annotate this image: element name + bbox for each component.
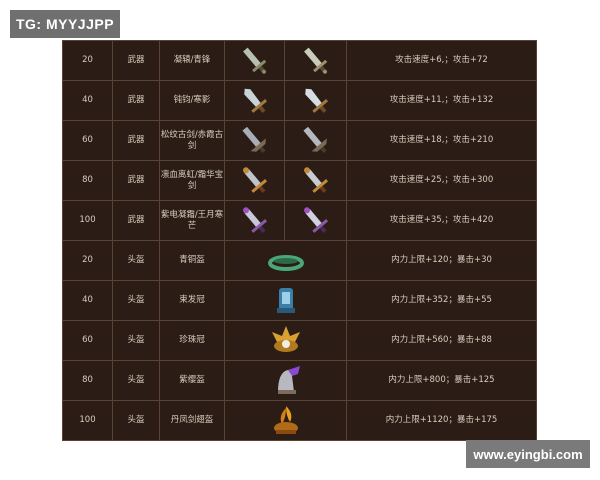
hair-crown-icon — [224, 280, 347, 321]
item-name-cell: 束发冠 — [159, 280, 225, 321]
stats-cell: 内力上限+352；暴击+55 — [346, 280, 537, 321]
item-name-cell: 凛血离虹/霜华宝剑 — [159, 160, 225, 201]
item-name-cell: 紫电凝霜/王月寒芒 — [159, 200, 225, 241]
stats-cell: 攻击速度+18,；攻击+210 — [346, 120, 537, 161]
equipment-table-container: 20 武器 凝辕/青锋 攻击速度+6,；攻击+72 40 武器 钝钧/寒影 攻击… — [62, 40, 537, 441]
level-cell: 100 — [62, 200, 113, 241]
level-cell: 80 — [62, 360, 113, 401]
sword-icon — [284, 80, 347, 121]
level-cell: 20 — [62, 40, 113, 81]
stats-cell: 内力上限+1120；暴击+175 — [346, 400, 537, 441]
type-cell: 头盔 — [112, 320, 160, 361]
table-row: 80 头盔 紫缨盔 内力上限+800；暴击+125 — [62, 360, 537, 401]
stats-cell: 攻击速度+11,；攻击+132 — [346, 80, 537, 121]
phoenix-helmet-icon — [224, 400, 347, 441]
level-cell: 80 — [62, 160, 113, 201]
table-row: 100 武器 紫电凝霜/王月寒芒 攻击速度+35,；攻击+420 — [62, 200, 537, 241]
level-cell: 60 — [62, 320, 113, 361]
item-name-cell: 紫缨盔 — [159, 360, 225, 401]
sword-icon — [284, 160, 347, 201]
type-cell: 武器 — [112, 80, 160, 121]
sword-icon — [224, 80, 285, 121]
sword-icon — [224, 120, 285, 161]
site-watermark: www.eyingbi.com — [466, 440, 590, 468]
type-cell: 头盔 — [112, 240, 160, 281]
item-name-cell: 凝辕/青锋 — [159, 40, 225, 81]
table-row: 40 武器 钝钧/寒影 攻击速度+11,；攻击+132 — [62, 80, 537, 121]
item-name-cell: 钝钧/寒影 — [159, 80, 225, 121]
type-cell: 头盔 — [112, 400, 160, 441]
sword-icon — [284, 40, 347, 81]
table-row: 80 武器 凛血离虹/霜华宝剑 攻击速度+25,；攻击+300 — [62, 160, 537, 201]
stats-cell: 内力上限+120；暴击+30 — [346, 240, 537, 281]
stats-cell: 内力上限+800；暴击+125 — [346, 360, 537, 401]
type-cell: 武器 — [112, 200, 160, 241]
equipment-table: 20 武器 凝辕/青锋 攻击速度+6,；攻击+72 40 武器 钝钧/寒影 攻击… — [62, 40, 537, 441]
level-cell: 40 — [62, 80, 113, 121]
type-cell: 武器 — [112, 160, 160, 201]
type-cell: 头盔 — [112, 280, 160, 321]
sword-icon — [224, 160, 285, 201]
item-name-cell: 松纹古剑/赤霞古剑 — [159, 120, 225, 161]
purple-helmet-icon — [224, 360, 347, 401]
type-cell: 武器 — [112, 40, 160, 81]
level-cell: 60 — [62, 120, 113, 161]
stats-cell: 攻击速度+6,；攻击+72 — [346, 40, 537, 81]
sword-icon — [284, 120, 347, 161]
type-cell: 武器 — [112, 120, 160, 161]
table-row: 60 武器 松纹古剑/赤霞古剑 攻击速度+18,；攻击+210 — [62, 120, 537, 161]
table-row: 100 头盔 丹凤剑翅盔 内力上限+1120；暴击+175 — [62, 400, 537, 441]
item-name-cell: 珍珠冠 — [159, 320, 225, 361]
stats-cell: 攻击速度+25,；攻击+300 — [346, 160, 537, 201]
sword-icon — [284, 200, 347, 241]
sword-icon — [224, 200, 285, 241]
table-row: 40 头盔 束发冠 内力上限+352；暴击+55 — [62, 280, 537, 321]
table-row: 60 头盔 珍珠冠 内力上限+560；暴击+88 — [62, 320, 537, 361]
pearl-crown-icon — [224, 320, 347, 361]
table-row: 20 头盔 青铜盔 内力上限+120；暴击+30 — [62, 240, 537, 281]
stats-cell: 内力上限+560；暴击+88 — [346, 320, 537, 361]
item-name-cell: 丹凤剑翅盔 — [159, 400, 225, 441]
level-cell: 20 — [62, 240, 113, 281]
level-cell: 100 — [62, 400, 113, 441]
level-cell: 40 — [62, 280, 113, 321]
bronze-helmet-icon — [224, 240, 347, 281]
stats-cell: 攻击速度+35,；攻击+420 — [346, 200, 537, 241]
tg-watermark: TG: MYYJJPP — [10, 10, 120, 38]
type-cell: 头盔 — [112, 360, 160, 401]
item-name-cell: 青铜盔 — [159, 240, 225, 281]
table-row: 20 武器 凝辕/青锋 攻击速度+6,；攻击+72 — [62, 40, 537, 81]
sword-icon — [224, 40, 285, 81]
